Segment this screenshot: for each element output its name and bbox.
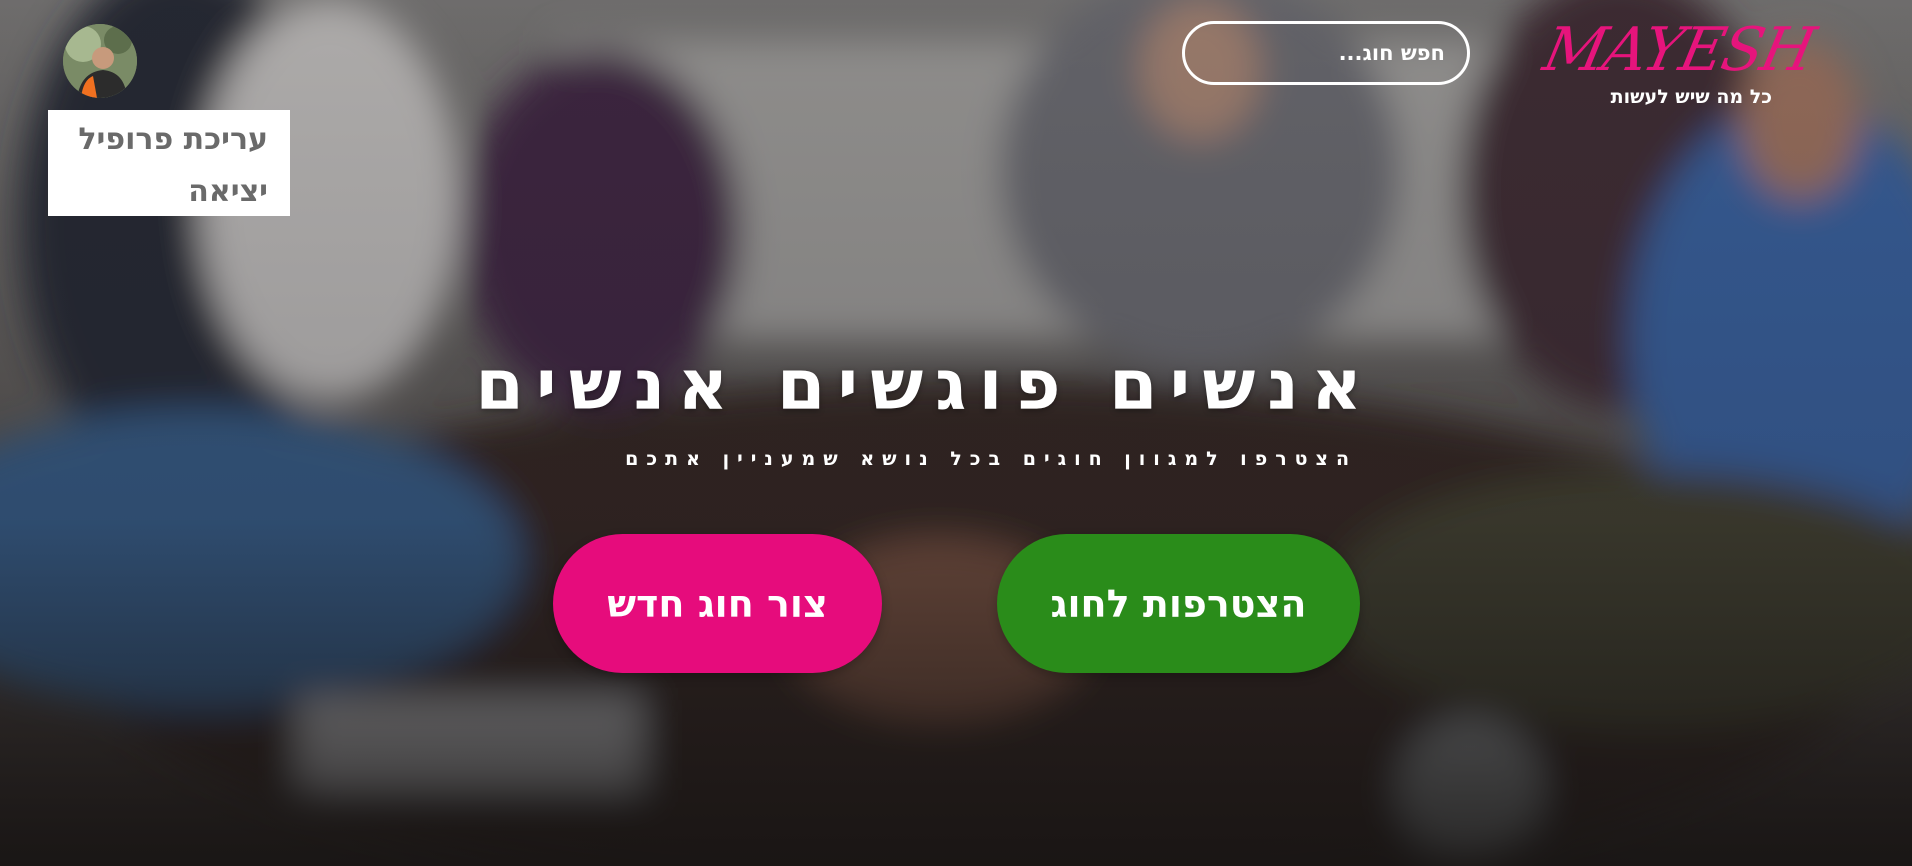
brand-logo[interactable]: MAYESH כל מה שיש לעשות <box>1522 15 1819 118</box>
menu-item-edit-profile[interactable]: עריכת פרופיל <box>58 114 268 166</box>
user-dropdown-menu: עריכת פרופיל יציאה <box>48 110 290 216</box>
menu-item-logout[interactable]: יציאה <box>58 166 268 218</box>
join-club-button[interactable]: הצטרפות לחוג <box>997 534 1360 673</box>
user-avatar-icon <box>63 24 137 98</box>
hero-subtitle: הצטרפו למגוון חוגים בכל נושא שמעניין אתכ… <box>625 448 1357 470</box>
avatar[interactable] <box>63 24 137 98</box>
logo-wordmark: MAYESH <box>1537 15 1820 85</box>
search-input[interactable] <box>1182 21 1470 85</box>
create-club-button[interactable]: צור חוג חדש <box>553 534 882 673</box>
logo-tagline: כל מה שיש לעשות <box>1610 86 1772 108</box>
hero-section: MAYESH כל מה שיש לעשות עריכת פרופיל יציא… <box>0 0 1912 866</box>
hero-title: אנשים פוגשים אנשים <box>475 344 1374 426</box>
